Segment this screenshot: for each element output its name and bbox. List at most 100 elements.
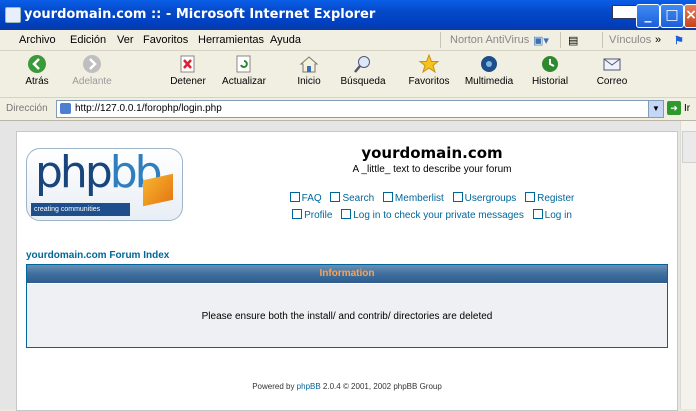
history-button[interactable]: Historial — [527, 54, 573, 87]
nav-memberlist[interactable]: Memberlist — [382, 192, 444, 204]
forum-index-link[interactable]: yourdomain.com Forum Index — [26, 250, 169, 261]
nav-private-messages[interactable]: Log in to check your private messages — [341, 209, 524, 221]
address-bar: Dirección http://127.0.0.1/forophp/login… — [0, 98, 696, 121]
title-bar: yourdomain.com :: - Microsoft Internet E… — [0, 0, 696, 30]
information-table: Information Please ensure both the insta… — [26, 264, 668, 348]
memberlist-icon — [382, 192, 393, 202]
menu-favoritos[interactable]: Favoritos — [143, 34, 188, 46]
close-button[interactable]: × — [684, 4, 696, 28]
address-field[interactable]: http://127.0.0.1/forophp/login.php ▼ — [56, 100, 664, 118]
menu-archivo[interactable]: Archivo — [19, 34, 56, 46]
nav-faq[interactable]: FAQ — [289, 192, 322, 204]
norton-icon: ▣▾ — [533, 35, 549, 47]
nav-register-label: Register — [537, 193, 575, 204]
forward-button[interactable]: Adelante — [72, 54, 112, 87]
separator — [560, 32, 561, 48]
refresh-icon — [236, 55, 251, 73]
home-button[interactable]: Inicio — [292, 54, 326, 87]
vinculos-link[interactable]: Vínculos — [609, 34, 651, 46]
back-label: Atrás — [25, 76, 49, 87]
address-url[interactable]: http://127.0.0.1/forophp/login.php — [75, 103, 222, 114]
mail-button[interactable]: Correo — [590, 54, 634, 87]
nav-usergroups-label: Usergroups — [464, 193, 517, 204]
logo-text-php: php — [35, 148, 113, 198]
nav-profile[interactable]: Profile — [292, 209, 333, 221]
toolbar: Atrás Adelante Detener Actualizar Inicio… — [0, 51, 696, 98]
powered-by-prefix: Powered by — [252, 382, 297, 391]
site-description: A _little_ text to describe your forum — [352, 164, 512, 175]
scrollbar-thumb[interactable] — [682, 131, 696, 163]
nav-faq-label: FAQ — [301, 193, 322, 204]
chevron-down-icon[interactable]: ▼ — [648, 101, 663, 117]
nav-search-label: Search — [342, 193, 375, 204]
profile-icon — [292, 209, 303, 219]
norton-antivirus-menu[interactable]: Norton AntiVirus — [450, 34, 529, 46]
nav-login[interactable]: Log in — [532, 209, 572, 221]
nav-profile-label: Profile — [304, 210, 333, 221]
nav-usergroups[interactable]: Usergroups — [452, 192, 517, 204]
search-button[interactable]: Búsqueda — [338, 54, 388, 87]
nav-row-2: Profile Log in to check your private mes… — [217, 209, 647, 221]
nav-register[interactable]: Register — [525, 192, 575, 204]
messages-icon — [341, 209, 352, 219]
refresh-button[interactable]: Actualizar — [220, 54, 268, 87]
toolbar-grip-icon: ▤ — [568, 35, 579, 47]
stop-label: Detener — [170, 76, 206, 87]
chevron-icon[interactable]: » — [655, 34, 661, 46]
media-icon — [481, 56, 497, 72]
address-label: Dirección — [6, 103, 48, 114]
nav-private-messages-label: Log in to check your private messages — [353, 210, 524, 221]
media-button[interactable]: Multimedia — [462, 54, 516, 87]
register-icon — [525, 192, 536, 202]
logo-tagline: creating communities — [31, 203, 130, 216]
phpbb-logo[interactable]: phpbb creating communities — [26, 148, 183, 221]
logo-text: phpbb — [35, 148, 163, 198]
forward-arrow-icon — [83, 55, 101, 73]
forward-label: Adelante — [72, 76, 112, 87]
search-label: Búsqueda — [340, 76, 386, 87]
history-label: Historial — [531, 76, 569, 87]
nav-login-label: Log in — [544, 210, 572, 221]
back-button[interactable]: Atrás — [22, 54, 52, 87]
browser-viewport: phpbb creating communities yourdomain.co… — [0, 121, 680, 411]
site-name: yourdomain.com — [361, 144, 503, 162]
usergroups-icon — [452, 192, 463, 202]
menu-ayuda[interactable]: Ayuda — [270, 34, 301, 46]
windows-logo-icon: ⚑ — [674, 35, 684, 47]
vertical-scrollbar[interactable] — [680, 121, 696, 409]
logo-cube-icon — [143, 173, 173, 207]
go-button[interactable]: Ir — [684, 103, 690, 114]
menu-edicion[interactable]: Edición — [70, 34, 106, 46]
media-label: Multimedia — [464, 76, 514, 87]
information-header: Information — [27, 265, 667, 284]
search-icon — [354, 56, 370, 73]
phpbb-link[interactable]: phpBB — [297, 382, 321, 391]
login-icon — [532, 209, 543, 219]
refresh-label: Actualizar — [222, 76, 266, 87]
menu-ver[interactable]: Ver — [117, 34, 134, 46]
separator — [440, 32, 441, 48]
stop-button[interactable]: Detener — [168, 54, 208, 87]
go-arrow-icon[interactable]: ➜ — [667, 101, 681, 115]
information-message: Please ensure both the install/ and cont… — [201, 311, 493, 322]
mail-label: Correo — [596, 76, 628, 87]
home-icon — [299, 56, 319, 73]
favorites-button[interactable]: Favoritos — [404, 54, 454, 87]
search-icon — [330, 192, 341, 202]
home-label: Inicio — [297, 76, 321, 87]
windows-flag-icon — [612, 5, 638, 19]
nav-search[interactable]: Search — [330, 192, 375, 204]
page-icon — [60, 103, 71, 114]
menu-bar: Archivo Edición Ver Favoritos Herramient… — [0, 30, 696, 51]
powered-by-suffix: 2.0.4 © 2001, 2002 phpBB Group — [320, 382, 442, 391]
back-arrow-icon — [28, 55, 46, 73]
menu-herramientas[interactable]: Herramientas — [198, 34, 264, 46]
nav-memberlist-label: Memberlist — [394, 193, 444, 204]
maximize-button[interactable]: □ — [660, 4, 684, 28]
forum-page: phpbb creating communities yourdomain.co… — [16, 131, 678, 411]
faq-icon — [289, 192, 300, 202]
separator — [602, 32, 603, 48]
favorites-label: Favoritos — [408, 76, 450, 87]
nav-row-1: FAQ Search Memberlist Usergroups Registe… — [217, 192, 647, 204]
minimize-button[interactable]: _ — [636, 4, 660, 28]
